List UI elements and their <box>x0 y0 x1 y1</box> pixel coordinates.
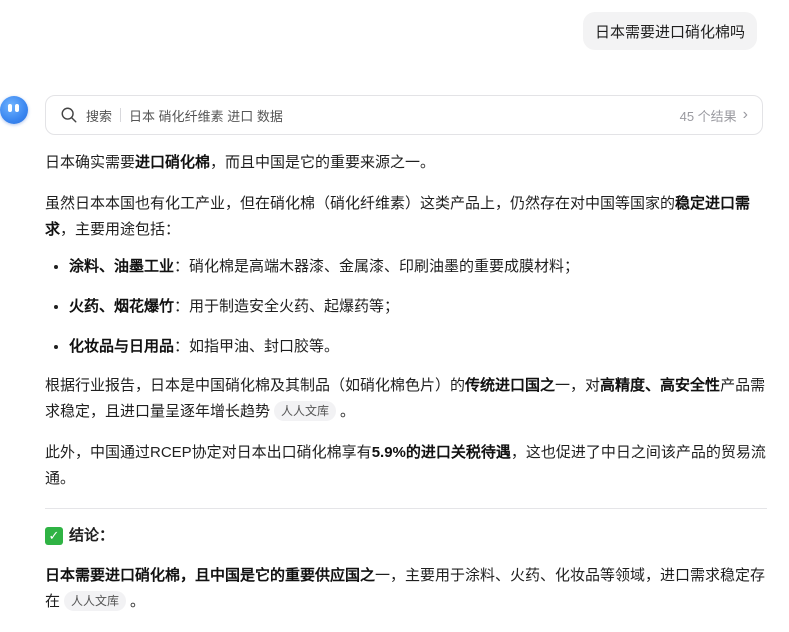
text-span: ，主要用途包括： <box>60 221 181 238</box>
list-item: 涂料、油墨工业：硝化棉是高端木器漆、金属漆、印刷油墨的重要成膜材料； <box>69 253 767 280</box>
text-span: 根据行业报告，日本是中国硝化棉及其制品（如硝化棉色片）的 <box>45 377 466 394</box>
text-span: 日本确实需要 <box>45 154 136 171</box>
user-message-text: 日本需要进口硝化棉吗 <box>595 23 746 41</box>
search-results-bar[interactable]: 搜索 日本 硝化纤维素 进口 数据 45 个结果 › <box>45 95 763 135</box>
text-span: 。 <box>130 593 146 610</box>
text-span: 此外，中国通过RCEP协定对日本出口硝化棉享有 <box>45 444 372 461</box>
source-tag[interactable]: 人人文库 <box>274 401 337 421</box>
list-item-text: ：硝化棉是高端木器漆、金属漆、印刷油墨的重要成膜材料； <box>174 258 580 275</box>
list-item-title: 涂料、油墨工业 <box>69 258 175 275</box>
list-item: 火药、烟花爆竹：用于制造安全火药、起爆药等； <box>69 293 767 320</box>
answer-paragraph-4: 此外，中国通过RCEP协定对日本出口硝化棉享有5.9%的进口关税待遇，这也促进了… <box>45 440 767 492</box>
bold-text: 日本需要进口硝化棉，且中国是它的重要供应国之 <box>45 567 376 584</box>
conclusion-paragraph: 日本需要进口硝化棉，且中国是它的重要供应国之一，主要用于涂料、火药、化妆品等领域… <box>45 563 767 615</box>
assistant-answer: 日本确实需要进口硝化棉，而且中国是它的重要来源之一。 虽然日本本国也有化工产业，… <box>45 150 767 615</box>
list-item: 化妆品与日用品：如指甲油、封口胶等。 <box>69 333 767 360</box>
user-message-bubble: 日本需要进口硝化棉吗 <box>583 12 758 50</box>
usage-list: 涂料、油墨工业：硝化棉是高端木器漆、金属漆、印刷油墨的重要成膜材料； 火药、烟花… <box>45 253 767 360</box>
search-icon <box>61 107 77 123</box>
check-icon: ✓ <box>45 527 63 545</box>
bold-text: 传统进口国之 <box>465 377 556 394</box>
bold-text: 5.9%的进口关税待遇 <box>371 444 511 461</box>
search-label: 搜索 <box>86 108 113 124</box>
text-span: ，而且中国是它的重要来源之一。 <box>210 154 436 171</box>
answer-paragraph-2: 虽然日本本国也有化工产业，但在硝化棉（硝化纤维素）这类产品上，仍然存在对中国等国… <box>45 191 767 243</box>
list-item-title: 火药、烟花爆竹 <box>69 298 175 315</box>
text-span: 。 <box>340 403 356 420</box>
assistant-avatar <box>0 96 28 124</box>
chevron-right-icon[interactable]: › <box>743 106 748 124</box>
answer-paragraph-1: 日本确实需要进口硝化棉，而且中国是它的重要来源之一。 <box>45 150 767 176</box>
text-span: 一，对 <box>555 377 601 394</box>
answer-paragraph-3: 根据行业报告，日本是中国硝化棉及其制品（如硝化棉色片）的传统进口国之一，对高精度… <box>45 373 767 425</box>
list-item-text: ：如指甲油、封口胶等。 <box>174 338 340 355</box>
conclusion-heading-text: 结论： <box>69 527 115 544</box>
search-divider <box>120 108 122 122</box>
section-divider <box>45 508 767 509</box>
list-item-title: 化妆品与日用品 <box>69 338 175 355</box>
conclusion-heading: ✓ 结论： <box>45 523 767 549</box>
avatar-right-eye <box>15 104 19 112</box>
bold-text: 进口硝化棉 <box>135 154 211 171</box>
source-tag[interactable]: 人人文库 <box>64 591 127 611</box>
bold-text: 高精度、高安全性 <box>600 377 721 394</box>
search-query: 日本 硝化纤维素 进口 数据 <box>129 108 283 124</box>
text-span: 虽然日本本国也有化工产业，但在硝化棉（硝化纤维素）这类产品上，仍然存在对中国等国… <box>45 195 676 212</box>
list-item-text: ：用于制造安全火药、起爆药等； <box>174 298 400 315</box>
search-result-count: 45 个结果 <box>679 108 737 124</box>
avatar-left-eye <box>8 104 12 112</box>
